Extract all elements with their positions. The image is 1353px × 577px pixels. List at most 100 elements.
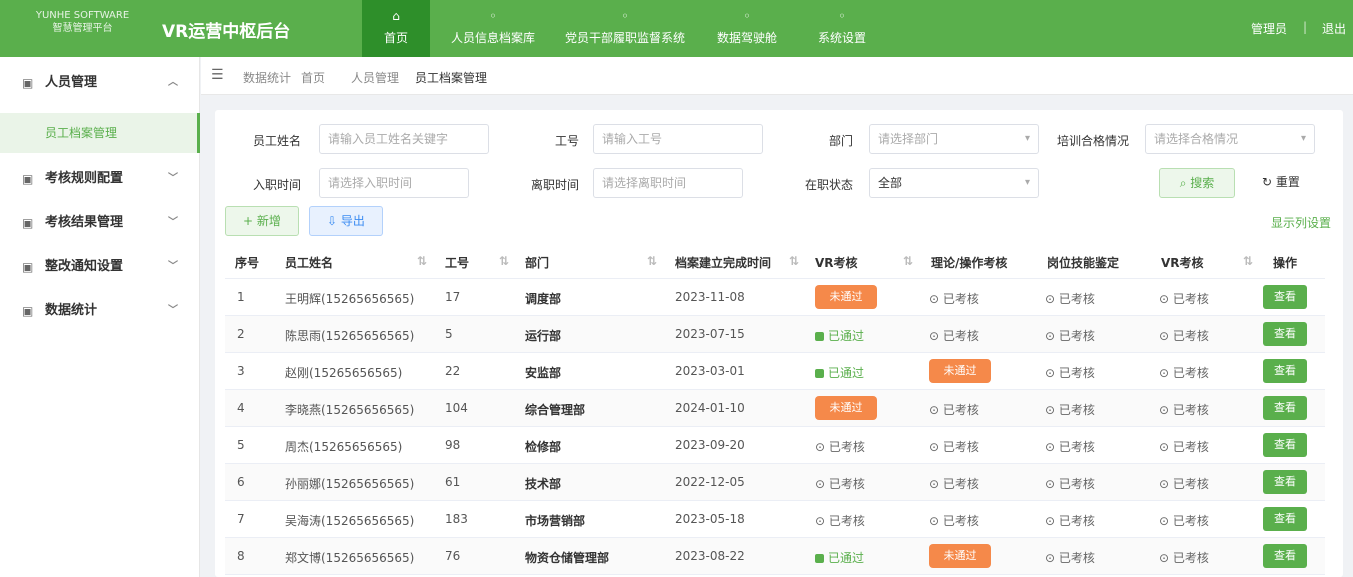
content-card: 员工姓名 请输入员工姓名关键字 工号 请输入工号 部门 请选择部门 ▾ 培训合格… [215, 110, 1343, 577]
sidebar-group-label: 人员管理 [45, 75, 98, 90]
department-select[interactable]: 请选择部门 ▾ [869, 124, 1039, 154]
tab-personnel-archive[interactable]: ◦ 人员信息档案库 [438, 0, 548, 57]
view-button[interactable]: 查看 [1263, 359, 1307, 383]
filter-label-hire-date: 入职时间 [252, 178, 301, 192]
status-text: 已考核 [1172, 514, 1209, 528]
view-button[interactable]: 查看 [1263, 507, 1307, 531]
breadcrumb-item[interactable]: 人员管理 [351, 69, 399, 86]
filter-label-dept: 部门 [828, 134, 853, 148]
vr-exam-2-status: ⊙ 已考核 [1159, 327, 1209, 344]
hire-date-picker[interactable]: 请选择入职时间 [319, 168, 469, 198]
logout-button[interactable]: 退出 [1322, 20, 1346, 37]
view-button[interactable]: 查看 [1263, 470, 1307, 494]
tab-system-settings[interactable]: ◦ 系统设置 [806, 0, 878, 57]
vr-exam-status: ⊙ 已考核 [815, 438, 865, 455]
training-status-select[interactable]: 请选择合格情况 ▾ [1145, 124, 1315, 154]
employee-id-input[interactable]: 请输入工号 [593, 124, 763, 154]
menu-toggle-icon[interactable]: ☰ [211, 67, 224, 83]
check-icon: ⊙ [1045, 440, 1059, 454]
sort-icon[interactable]: ⇅ [417, 254, 427, 268]
cell-dept: 技术部 [525, 477, 562, 491]
status-text: 已考核 [1172, 440, 1209, 454]
col-header[interactable]: 档案建立完成时间 [675, 254, 771, 271]
sidebar-group-statistics[interactable]: ▣ 数据统计 ﹀ [0, 291, 200, 331]
sidebar-group-personnel[interactable]: ▣ 人员管理 ︿ [0, 63, 200, 103]
view-button[interactable]: 查看 [1263, 285, 1307, 309]
vr-exam-2-status: ⊙ 已考核 [1159, 364, 1209, 381]
column-settings-link[interactable]: 显示列设置 [1271, 214, 1331, 231]
company-logo: YUNHE SOFTWARE 智慧管理平台 [30, 9, 135, 35]
reset-button[interactable]: ↻ 重置 [1251, 168, 1311, 198]
status-text: 已通过 [828, 329, 865, 343]
sidebar-group-results[interactable]: ▣ 考核结果管理 ﹀ [0, 203, 200, 243]
sort-icon[interactable]: ⇅ [1243, 254, 1253, 268]
status-text: 已考核 [828, 440, 865, 454]
skill-assess-status: ⊙ 已考核 [1045, 475, 1095, 492]
status-text: 已考核 [1058, 329, 1095, 343]
breadcrumb-item[interactable]: 首页 [301, 69, 325, 86]
add-button[interactable]: + 新增 [225, 206, 299, 236]
view-button[interactable]: 查看 [1263, 433, 1307, 457]
chevron-down-icon: ▾ [1300, 133, 1306, 144]
breadcrumb: ☰ 数据统计 首页 人员管理 员工档案管理 [201, 57, 1353, 95]
table-row: 1 王明辉(15265656565) 17 调度部 2023-11-08 未通过 ⊙ 已考核… [225, 279, 1325, 316]
status-text: 已考核 [1172, 366, 1209, 380]
status-text: 已考核 [1172, 477, 1209, 491]
vr-exam-status: ⊙ 已考核 [815, 512, 865, 529]
download-icon: ⇩ [327, 214, 341, 228]
sidebar-group-notice[interactable]: ▣ 整改通知设置 ﹀ [0, 247, 200, 287]
cell-index: 8 [237, 549, 245, 563]
breadcrumb-item[interactable]: 数据统计 [243, 69, 291, 86]
tab-supervision-system[interactable]: ◦ 党员干部履职监督系统 [560, 0, 690, 57]
search-button[interactable]: ⌕ 搜索 [1159, 168, 1235, 198]
cell-index: 1 [237, 290, 245, 304]
plus-icon: + [243, 214, 257, 228]
vr-exam-tag-passed: 已通过 [815, 364, 864, 381]
chevron-up-icon: ︿ [168, 77, 178, 88]
col-header[interactable]: 工号 [445, 254, 469, 271]
cell-index: 6 [237, 475, 245, 489]
employment-status-select[interactable]: 全部 ▾ [869, 168, 1039, 198]
cell-date: 2023-08-22 [675, 549, 745, 563]
tab-home[interactable]: ⌂ 首页 [362, 0, 430, 57]
check-icon: ⊙ [1159, 292, 1173, 306]
status-text: 已考核 [1172, 403, 1209, 417]
leave-date-picker[interactable]: 请选择离职时间 [593, 168, 743, 198]
tab-data-cockpit[interactable]: ◦ 数据驾驶舱 [708, 0, 786, 57]
sidebar-group-rules[interactable]: ▣ 考核规则配置 ﹀ [0, 159, 200, 199]
theory-exam-status: ⊙ 已考核 [929, 327, 979, 344]
skill-assess-status: ⊙ 已考核 [1045, 512, 1095, 529]
col-header[interactable]: VR考核 [1161, 254, 1204, 271]
filter-label-leave-date: 离职时间 [530, 178, 579, 192]
select-value: 全部 [878, 176, 903, 190]
view-button[interactable]: 查看 [1263, 544, 1307, 568]
status-text: 已考核 [942, 403, 979, 417]
user-name[interactable]: 管理员 [1251, 20, 1287, 37]
vr-exam-2-status: ⊙ 已考核 [1159, 438, 1209, 455]
person-icon: ◦ [489, 9, 497, 23]
view-button[interactable]: 查看 [1263, 322, 1307, 346]
sort-icon[interactable]: ⇅ [903, 254, 913, 268]
sort-icon[interactable]: ⇅ [499, 254, 509, 268]
sidebar-item-employee-archive[interactable]: 员工档案管理 [0, 113, 200, 153]
cell-id: 98 [445, 438, 461, 452]
add-button-label: 新增 [256, 214, 281, 228]
sort-icon[interactable]: ⇅ [789, 254, 799, 268]
sort-icon[interactable]: ⇅ [647, 254, 657, 268]
view-button[interactable]: 查看 [1263, 396, 1307, 420]
system-title: VR运营中枢后台 [162, 22, 291, 42]
col-header[interactable]: 员工姓名 [285, 254, 333, 271]
logo-line-1: YUNHE SOFTWARE [35, 10, 130, 21]
employee-name-input[interactable]: 请输入员工姓名关键字 [319, 124, 489, 154]
col-header[interactable]: VR考核 [815, 254, 858, 271]
cell-name: 孙丽娜(15265656565) [285, 477, 415, 491]
vr-exam-2-status: ⊙ 已考核 [1159, 512, 1209, 529]
col-header[interactable]: 部门 [525, 254, 549, 271]
export-button[interactable]: ⇩ 导出 [309, 206, 383, 236]
cell-dept: 检修部 [525, 440, 562, 454]
theory-exam-status: ⊙ 已考核 [929, 401, 979, 418]
status-text: 已考核 [1058, 292, 1095, 306]
skill-assess-status: ⊙ 已考核 [1045, 549, 1095, 566]
theory-exam-status: ⊙ 已考核 [929, 475, 979, 492]
cell-id: 5 [445, 327, 453, 341]
